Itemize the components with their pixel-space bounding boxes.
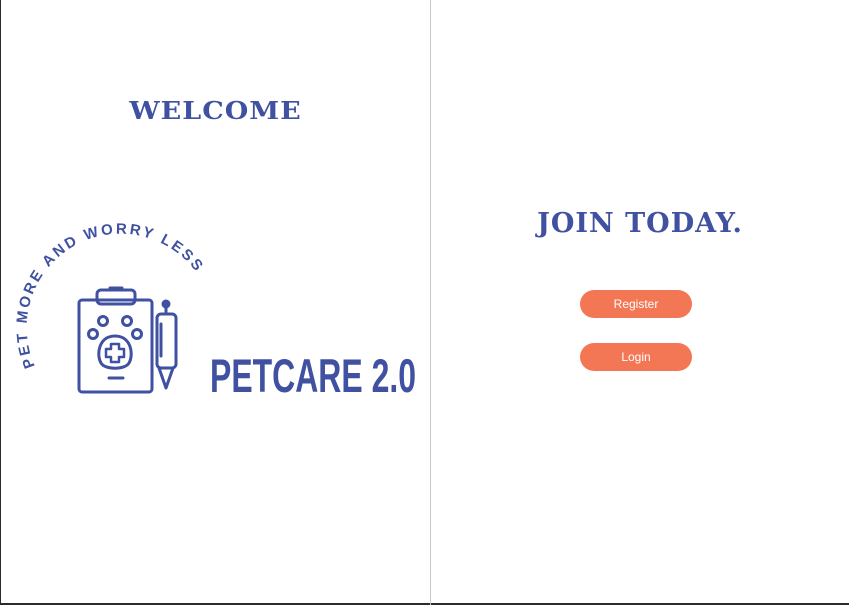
petcare-logo: PET MORE AND WORRY LESS PETCARE 2.0 <box>14 221 416 402</box>
join-today-heading: JOIN TODAY. <box>537 208 743 239</box>
right-panel: JOIN TODAY. Register Login <box>431 0 849 603</box>
logo-brand-name: PETCARE 2.0 <box>210 349 416 402</box>
left-panel: WELCOME PET MORE AND WORRY LESS PETCARE … <box>1 0 430 603</box>
welcome-heading: WELCOME <box>129 97 302 126</box>
register-button[interactable]: Register <box>580 290 692 318</box>
login-button[interactable]: Login <box>580 343 692 371</box>
clipboard-paw-pen-icon <box>77 286 178 394</box>
